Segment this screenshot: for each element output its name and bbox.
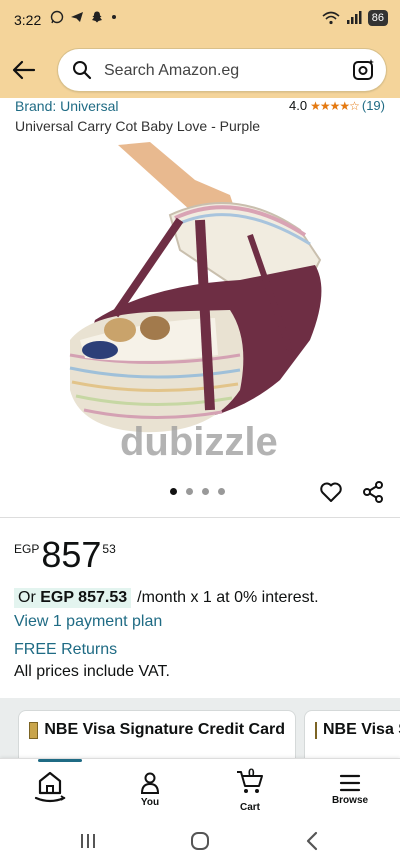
battery-icon: 86 — [367, 10, 388, 26]
nav-cart[interactable]: 0 Cart — [210, 759, 290, 819]
bottom-navigation: You 0 Cart Browse — [0, 758, 400, 819]
active-tab-indicator — [38, 759, 82, 762]
price-currency: EGP — [14, 542, 40, 556]
wifi-icon — [322, 11, 340, 25]
search-bar[interactable] — [58, 49, 386, 93]
system-navigation-bar — [0, 818, 400, 866]
heart-icon — [320, 482, 342, 502]
carousel-dot[interactable] — [170, 488, 177, 495]
rating-value: 4.0 — [289, 98, 308, 113]
offer-label: NBE Visa Signature Credit Card — [44, 721, 285, 738]
installment-badge: Or EGP 857.53 — [14, 588, 132, 608]
carry-cot-illustration: dubizzle — [69, 142, 322, 464]
nav-you-label: You — [140, 797, 160, 808]
rating-count[interactable]: (19) — [362, 98, 385, 113]
dubizzle-watermark: dubizzle — [120, 420, 278, 464]
back-nav-icon[interactable] — [304, 831, 320, 851]
wishlist-button[interactable] — [319, 480, 343, 509]
star-rating-icon: ★★★★☆ — [310, 98, 360, 113]
nav-browse-label: Browse — [331, 795, 369, 806]
notification-icons — [50, 10, 116, 24]
menu-icon — [339, 774, 361, 792]
price-fraction: 53 — [102, 542, 116, 556]
search-icon — [73, 61, 92, 80]
offer-card[interactable]: NBE Visa Signature Credit Card — [18, 710, 296, 758]
carousel-dot[interactable] — [202, 488, 209, 495]
credit-card-icon — [29, 722, 39, 739]
carousel-dot[interactable] — [218, 488, 225, 495]
offer-card[interactable]: NBE Visa Signature Credit Card — [304, 710, 400, 758]
installment-prefix: Or — [18, 589, 36, 606]
status-time: 3:22 — [14, 12, 42, 28]
telegram-icon — [71, 12, 83, 22]
search-input[interactable] — [102, 49, 346, 93]
signal-icon — [346, 11, 362, 24]
installment-terms: /month x 1 at 0% interest. — [137, 589, 319, 606]
share-button[interactable] — [361, 480, 385, 509]
image-carousel-indicator — [170, 488, 225, 495]
brand-link[interactable]: Brand: Universal — [15, 98, 119, 114]
installment-amount: EGP 857.53 — [40, 589, 128, 606]
installment-offer: Or EGP 857.53 /month x 1 at 0% interest. — [14, 588, 319, 608]
divider — [0, 517, 400, 518]
offer-label: NBE Visa Signature Credit Card — [323, 721, 400, 738]
price: EGP 857 53 — [14, 536, 116, 574]
more-notifications-dot — [112, 15, 116, 19]
nav-home[interactable] — [10, 759, 90, 819]
product-image[interactable]: dubizzle — [0, 140, 400, 480]
product-title: Universal Carry Cot Baby Love - Purple — [15, 118, 261, 134]
credit-card-icon — [315, 722, 317, 739]
snapchat-icon — [92, 11, 102, 23]
camera-search-icon[interactable] — [352, 58, 376, 82]
nav-cart-label: Cart — [239, 802, 260, 813]
share-icon — [363, 481, 383, 503]
cart-count: 0 — [248, 766, 255, 780]
carousel-dot[interactable] — [186, 488, 193, 495]
vat-note: All prices include VAT. — [14, 663, 170, 680]
rating-summary[interactable]: 4.0 ★★★★☆ (19) — [289, 98, 385, 113]
recent-apps-icon[interactable] — [78, 832, 98, 850]
user-icon — [140, 772, 160, 794]
whatsapp-icon — [50, 10, 64, 24]
arrow-left-icon — [12, 60, 36, 80]
free-returns-link[interactable]: FREE Returns — [14, 641, 117, 659]
home-button-icon[interactable] — [190, 831, 210, 851]
back-button[interactable] — [10, 56, 38, 84]
system-status-icons: 86 — [322, 10, 388, 26]
home-icon — [34, 771, 66, 803]
app-header — [0, 40, 400, 98]
status-bar: 3:22 86 — [0, 0, 400, 40]
nav-you[interactable]: You — [110, 759, 190, 819]
nav-browse[interactable]: Browse — [310, 759, 390, 819]
view-payment-plan-link[interactable]: View 1 payment plan — [14, 613, 162, 631]
price-whole: 857 — [41, 534, 102, 575]
